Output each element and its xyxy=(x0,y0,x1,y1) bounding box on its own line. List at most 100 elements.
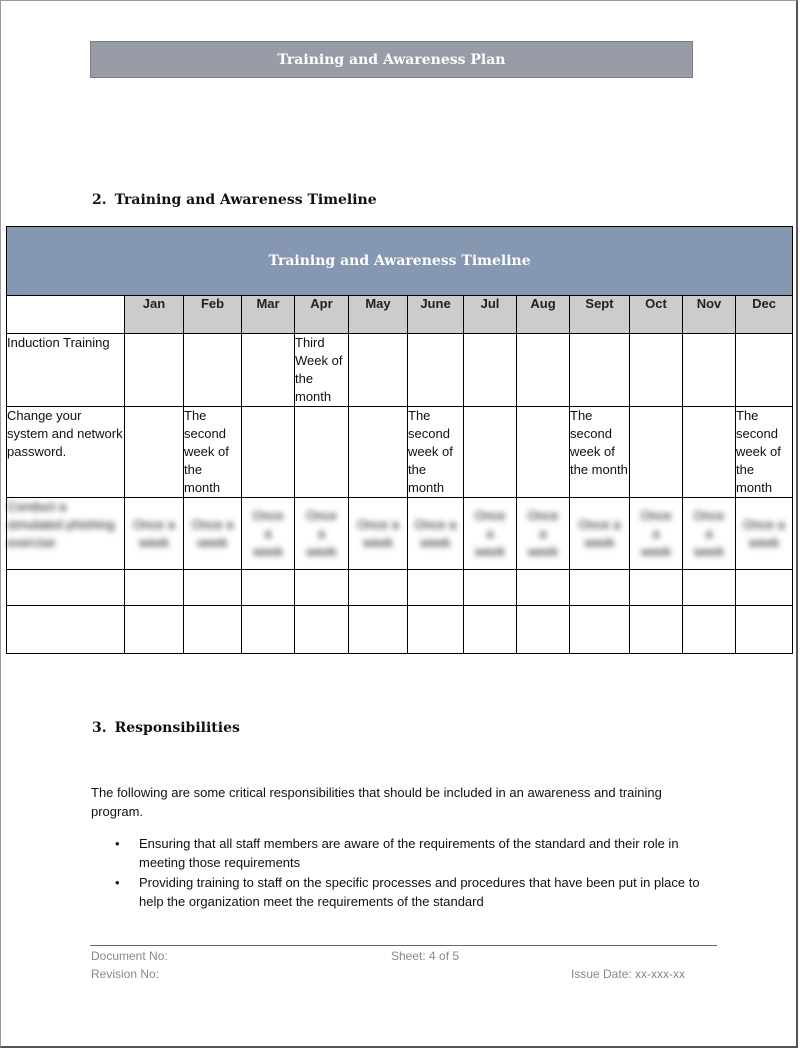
month-header-nov: Nov xyxy=(682,295,736,334)
activity-label: Change your system and network password. xyxy=(6,406,125,498)
activity-label: Conduct a simulated phishing exercise xyxy=(6,497,125,570)
activity-label xyxy=(6,605,125,654)
month-header-sept: Sept xyxy=(569,295,630,334)
schedule-cell-jul xyxy=(463,605,517,654)
table-row: Induction Training Third Week of the mont… xyxy=(6,333,794,407)
schedule-cell-aug xyxy=(516,569,570,606)
schedule-cell-dec: Once a week xyxy=(734,497,794,570)
month-header-may: May xyxy=(348,295,408,334)
schedule-cell-sept xyxy=(569,333,630,407)
schedule-cell-sept xyxy=(569,605,630,654)
month-header-mar: Mar xyxy=(241,295,295,334)
schedule-cell-nov xyxy=(682,605,736,654)
activity-label xyxy=(6,569,125,606)
schedule-cell-may: Once a week xyxy=(348,497,408,570)
schedule-cell-sept xyxy=(569,569,630,606)
month-header-oct: Oct xyxy=(629,295,683,334)
schedule-cell-nov xyxy=(682,569,736,606)
timeline-banner-row: Training and Awareness Timeline xyxy=(5,226,794,296)
schedule-cell-mar: Once a week xyxy=(241,497,295,570)
schedule-cell-nov: Once a week xyxy=(682,497,736,570)
footer-revision-no: Revision No: xyxy=(91,967,160,981)
schedule-cell-feb: The second week of the month xyxy=(183,406,242,498)
schedule-cell-oct xyxy=(629,605,683,654)
list-item: • Ensuring that all staff members are awa… xyxy=(115,836,679,870)
footer-divider xyxy=(90,945,717,946)
bullet-icon: • xyxy=(115,836,120,851)
schedule-cell-june xyxy=(407,569,464,606)
timeline-table: Training and Awareness Timeline Jan Feb Ma… xyxy=(5,226,794,654)
list-item: • Providing training to staff on the spec… xyxy=(115,875,700,909)
schedule-cell-sept: The second week of the month xyxy=(569,406,630,498)
schedule-cell-jul xyxy=(463,333,517,407)
month-header-dec: Dec xyxy=(734,295,794,334)
schedule-cell-may xyxy=(348,605,408,654)
schedule-cell-nov xyxy=(682,406,736,498)
schedule-cell-apr xyxy=(294,406,349,498)
schedule-cell-jan xyxy=(124,569,184,606)
schedule-cell-feb xyxy=(183,605,242,654)
schedule-cell-may xyxy=(348,333,408,407)
schedule-cell-feb: Once a week xyxy=(183,497,242,570)
activity-header xyxy=(6,295,125,334)
schedule-cell-mar xyxy=(241,406,295,498)
table-row: Change your system and network password.… xyxy=(6,406,794,498)
schedule-cell-oct xyxy=(629,333,683,407)
schedule-cell-may xyxy=(348,569,408,606)
schedule-cell-dec xyxy=(734,605,794,654)
timeline-banner: Training and Awareness Timeline xyxy=(5,226,794,296)
schedule-cell-mar xyxy=(241,605,295,654)
schedule-cell-apr xyxy=(294,605,349,654)
month-header-aug: Aug xyxy=(516,295,570,334)
month-header-row: Jan Feb Mar Apr May June Jul Aug Sept Oct Nov Dec xyxy=(6,295,794,334)
month-header-jan: Jan xyxy=(124,295,184,334)
month-header-feb: Feb xyxy=(183,295,242,334)
activity-label: Induction Training xyxy=(6,333,125,407)
schedule-cell-june: Once a week xyxy=(407,497,464,570)
table-row xyxy=(6,605,794,654)
schedule-cell-oct xyxy=(629,569,683,606)
schedule-cell-apr: Third Week of the month xyxy=(294,333,349,407)
responsibilities-intro: The following are some critical responsi… xyxy=(91,785,662,819)
section-2-heading: 2. Training and Awareness Timeline xyxy=(92,192,377,208)
schedule-cell-dec xyxy=(734,569,794,606)
section-3-heading: 3. Responsibilities xyxy=(92,720,240,736)
schedule-cell-apr xyxy=(294,569,349,606)
schedule-cell-jul xyxy=(463,406,517,498)
schedule-cell-aug xyxy=(516,333,570,407)
footer-sheet: Sheet: 4 of 5 xyxy=(391,949,460,963)
schedule-cell-nov xyxy=(682,333,736,407)
schedule-cell-dec: The second week of the month xyxy=(734,406,794,498)
schedule-cell-jan xyxy=(124,333,184,407)
schedule-cell-june: The second week of the month xyxy=(407,406,464,498)
month-header-apr: Apr xyxy=(294,295,349,334)
schedule-cell-aug: Once a week xyxy=(516,497,570,570)
schedule-cell-jan: Once a week xyxy=(124,497,184,570)
document-title: Training and Awareness Plan xyxy=(277,51,506,68)
document-title-bar: Training and Awareness Plan xyxy=(90,41,693,78)
schedule-cell-mar xyxy=(241,333,295,407)
schedule-cell-sept: Once a week xyxy=(569,497,630,570)
schedule-cell-aug xyxy=(516,406,570,498)
schedule-cell-oct xyxy=(629,406,683,498)
schedule-cell-may xyxy=(348,406,408,498)
month-header-jul: Jul xyxy=(463,295,517,334)
schedule-cell-feb xyxy=(183,333,242,407)
schedule-cell-oct: Once a week xyxy=(629,497,683,570)
responsibilities-list: • Ensuring that all staff members are awa… xyxy=(91,834,711,912)
schedule-cell-jul: Once a week xyxy=(463,497,517,570)
month-header-june: June xyxy=(407,295,464,334)
bullet-icon: • xyxy=(115,875,120,890)
schedule-cell-aug xyxy=(516,605,570,654)
schedule-cell-feb xyxy=(183,569,242,606)
schedule-cell-jan xyxy=(124,406,184,498)
table-row: Conduct a simulated phishing exercise Onc… xyxy=(6,497,794,570)
schedule-cell-june xyxy=(407,605,464,654)
schedule-cell-apr: Once a week xyxy=(294,497,349,570)
schedule-cell-dec xyxy=(734,333,794,407)
footer-document-no: Document No: xyxy=(91,949,168,963)
footer-issue-date: Issue Date: xx-xxx-xx xyxy=(571,967,686,981)
schedule-cell-mar xyxy=(241,569,295,606)
schedule-cell-jul xyxy=(463,569,517,606)
table-row xyxy=(6,569,794,606)
